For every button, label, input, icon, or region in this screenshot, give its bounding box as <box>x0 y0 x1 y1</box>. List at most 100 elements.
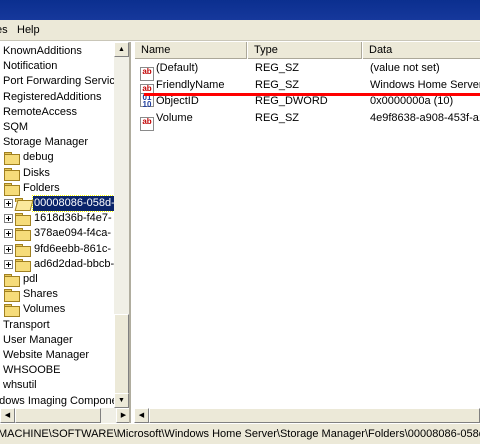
tree-item-label: WHSOOBE <box>3 364 61 377</box>
tree-item[interactable]: RemoteAccess <box>2 105 78 120</box>
tree-item[interactable]: ad6d2dad-bbcb- <box>4 257 114 272</box>
tree-item-label: RemoteAccess <box>3 105 77 118</box>
tree-item-label: ndows Imaging Componer <box>0 394 114 407</box>
expand-plus-icon[interactable] <box>4 244 13 254</box>
value-name: Volume <box>156 111 193 124</box>
tree-item-label: Notification <box>3 60 58 73</box>
red-highlight-line <box>144 93 480 96</box>
tree-item-label: SQM <box>3 121 29 133</box>
open-folder-icon <box>15 198 30 209</box>
folder-icon <box>4 289 20 303</box>
value-name-cell: ab Volume <box>140 110 250 131</box>
folder-icon <box>15 258 31 272</box>
scroll-left-arrow-icon[interactable]: ◀ <box>0 408 15 423</box>
column-header-type[interactable]: Type <box>247 42 362 59</box>
tree-item-label: KnownAdditions <box>3 45 82 57</box>
value-data: (value not set) <box>370 62 440 74</box>
tree-item-label: 9fd6eebb-861c- <box>34 242 112 255</box>
values-horizontal-scroll-thumb[interactable] <box>149 408 480 423</box>
folder-icon <box>4 274 20 287</box>
scroll-down-arrow-icon[interactable]: ▼ <box>114 393 129 408</box>
expand-plus-icon[interactable] <box>4 229 13 239</box>
registry-value-row[interactable]: ab FriendlyName REG_SZ Windows Home Server … <box>134 77 480 98</box>
tree-item-label: Website Manager <box>3 349 90 361</box>
registry-value-row[interactable]: ab (Default) REG_SZ (value not set) <box>134 60 480 81</box>
registry-path-text: MACHINE\SOFTWARE\Microsoft\Windows Home … <box>0 428 480 440</box>
tree-item[interactable]: Notification <box>2 59 58 74</box>
values-horizontal-scrollbar[interactable]: ◀ <box>134 408 480 423</box>
tree-item[interactable]: Transport <box>2 318 51 333</box>
registry-values-pane: Name Type Data ab (Default) REG_SZ (value n… <box>134 42 480 423</box>
tree-item[interactable]: SQM <box>2 120 29 135</box>
tree-item[interactable]: 1618d36b-f4e7- <box>4 211 113 227</box>
value-name: ObjectID <box>156 95 199 107</box>
tree-item-label: Storage Manager <box>3 136 88 149</box>
tree-item-label: Folders <box>23 181 60 194</box>
folder-icon <box>4 304 20 318</box>
tree-item-label: whsutil <box>3 379 37 392</box>
tree-item-label: Shares <box>23 288 58 301</box>
value-data: 4e9f8638-a908-453f-a1 <box>370 111 480 124</box>
value-name: FriendlyName <box>156 78 225 91</box>
tree-item[interactable]: Storage Manager <box>2 135 89 150</box>
scroll-left-arrow-icon[interactable]: ◀ <box>134 408 149 423</box>
tree-item[interactable]: Disks <box>4 166 51 181</box>
expand-plus-icon[interactable] <box>4 199 13 208</box>
tree-item[interactable]: Shares <box>4 287 59 303</box>
column-header-data[interactable]: Data <box>362 42 480 59</box>
tree-item[interactable]: RegisteredAdditions <box>2 90 102 105</box>
tree-item[interactable]: Port Forwarding Service <box>2 74 114 89</box>
folder-icon <box>15 213 31 227</box>
scroll-up-arrow-icon[interactable]: ▲ <box>114 42 129 57</box>
folder-icon <box>4 182 20 196</box>
tree-horizontal-scrollbar[interactable]: ◀ ▶ <box>0 408 129 423</box>
tree-item[interactable]: 9fd6eebb-861c- <box>4 242 112 257</box>
menu-bar: es Help <box>0 20 480 41</box>
tree-item[interactable]: debug <box>4 150 55 166</box>
tree-item-label: RegisteredAdditions <box>3 90 102 103</box>
folder-icon <box>15 243 31 257</box>
expand-plus-icon[interactable] <box>4 259 13 269</box>
value-data: Windows Home Server C <box>370 78 480 91</box>
tree-item[interactable]: KnownAdditions <box>2 44 83 59</box>
tree-item-label: Disks <box>23 166 50 179</box>
tree-item-label: ad6d2dad-bbcb- <box>34 257 114 270</box>
folder-icon <box>4 167 20 181</box>
tree-item[interactable]: ndows Imaging Componer <box>0 394 114 408</box>
menu-favorites[interactable]: es <box>0 24 8 36</box>
tree-item-label: Volumes <box>23 303 66 316</box>
tree-item-label: 00008086-058d- <box>32 195 114 212</box>
tree-item-label: Port Forwarding Service <box>3 75 114 88</box>
folder-icon <box>15 228 31 242</box>
value-name: (Default) <box>156 62 199 74</box>
tree-item-label: debug <box>23 151 54 164</box>
tree-item[interactable]: pdl <box>4 272 39 287</box>
column-header-name[interactable]: Name <box>134 42 247 59</box>
tree-item[interactable]: whsutil <box>2 378 38 393</box>
tree-vertical-scrollbar[interactable]: ▲ ▼ <box>114 42 129 408</box>
expand-plus-icon[interactable] <box>4 214 13 224</box>
tree-item[interactable]: User Manager <box>2 333 74 348</box>
registry-value-row[interactable]: ab Volume REG_SZ 4e9f8638-a908-453f-a1 <box>134 110 480 131</box>
scroll-right-arrow-icon[interactable]: ▶ <box>116 408 129 423</box>
tree-item[interactable]: 378ae094-f4ca- <box>4 226 112 242</box>
tree-item[interactable]: 00008086-058d- <box>4 195 114 212</box>
tree-item-label: User Manager <box>3 333 73 346</box>
menu-help[interactable]: Help <box>17 24 40 36</box>
window-titlebar[interactable] <box>0 0 480 20</box>
folder-icon <box>4 152 20 166</box>
tree-item[interactable]: Folders <box>4 181 61 196</box>
value-type: REG_SZ <box>255 111 300 124</box>
tree-horizontal-scroll-thumb[interactable] <box>15 408 101 423</box>
tree-vertical-scroll-thumb[interactable] <box>114 314 129 400</box>
registry-tree: KnownAdditions Notification Port Forwardin… <box>0 42 114 408</box>
registry-tree-pane: KnownAdditions Notification Port Forwardin… <box>0 42 131 423</box>
tree-item-label: Transport <box>3 318 50 331</box>
tree-item[interactable]: WHSOOBE <box>2 363 61 378</box>
tree-item-label: pdl <box>23 273 38 285</box>
string-value-icon: ab <box>140 116 154 131</box>
column-header-row: Name Type Data <box>134 42 480 59</box>
tree-item[interactable]: Volumes <box>4 302 66 318</box>
tree-item[interactable]: Website Manager <box>2 348 90 363</box>
tree-item-label: 378ae094-f4ca- <box>34 227 112 240</box>
